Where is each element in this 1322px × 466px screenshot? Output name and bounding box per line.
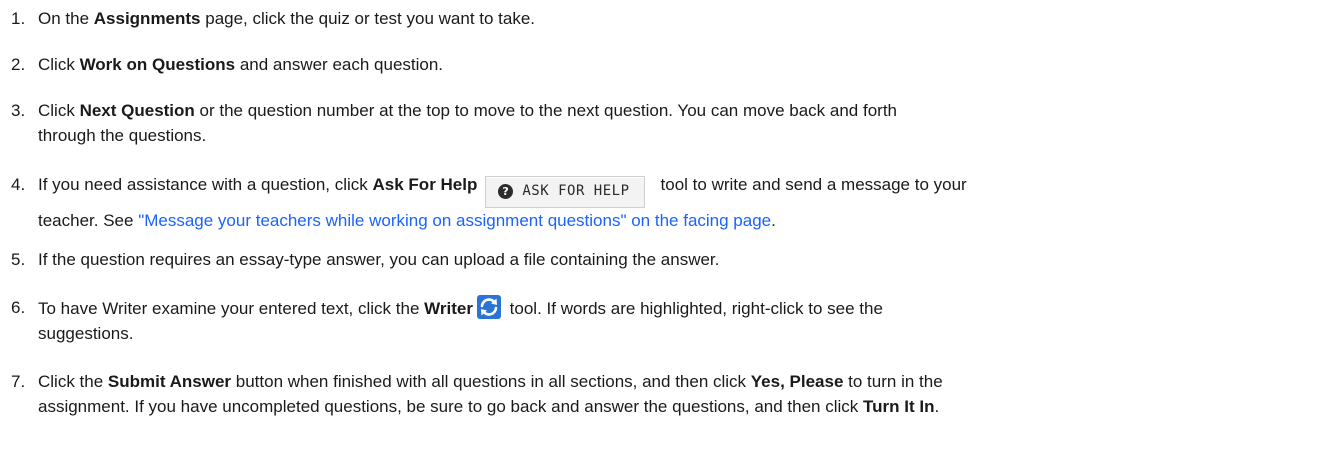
- next-question-term: Next Question: [79, 101, 195, 120]
- step-text: If the question requires an essay-type a…: [38, 250, 720, 269]
- step-text: To have Writer examine your entered text…: [38, 295, 1310, 346]
- writer-term: Writer: [424, 299, 473, 318]
- work-on-questions-term: Work on Questions: [79, 55, 236, 74]
- step-number: 6.: [11, 298, 26, 317]
- writer-refresh-icon[interactable]: [476, 295, 501, 319]
- step-number: 4.: [11, 175, 26, 194]
- question-circle-icon: ?: [498, 184, 514, 199]
- assignments-term: Assignments: [93, 9, 201, 28]
- yes-please-term: Yes, Please: [750, 372, 844, 391]
- ask-for-help-label: ASK FOR HELP: [522, 183, 630, 199]
- step-text: Click Next Question or the question numb…: [38, 101, 897, 145]
- step-number: 5.: [11, 250, 26, 269]
- turn-it-in-term: Turn It In: [863, 397, 935, 416]
- message-teachers-link[interactable]: "Message your teachers while working on …: [138, 211, 771, 230]
- step-text: On the Assignments page, click the quiz …: [38, 9, 536, 28]
- step-number: 1.: [11, 9, 26, 28]
- step-text: Click Work on Questions and answer each …: [38, 55, 444, 74]
- ask-for-help-term: Ask For Help: [372, 175, 478, 194]
- step-text: If you need assistance with a question, …: [38, 175, 967, 230]
- submit-answer-term: Submit Answer: [107, 372, 232, 391]
- step-text: Click the Submit Answer button when fini…: [38, 372, 943, 416]
- step-number: 2.: [11, 55, 26, 74]
- ask-for-help-button[interactable]: ? ASK FOR HELP: [485, 175, 645, 208]
- step-number: 3.: [11, 101, 26, 120]
- step-number: 7.: [11, 372, 26, 391]
